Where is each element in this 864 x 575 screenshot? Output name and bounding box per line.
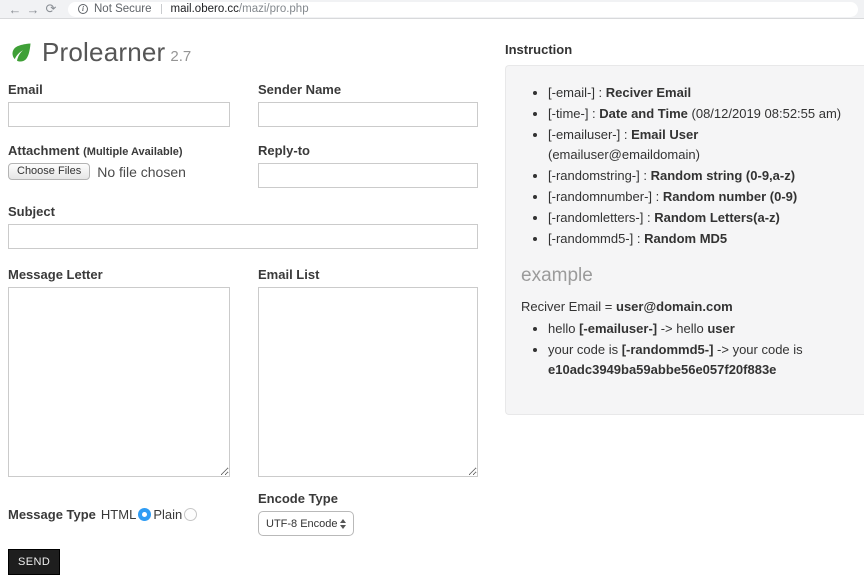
token-item: [-email-] : Reciver Email (548, 83, 842, 103)
encode-type-select[interactable]: UTF-8 Encode (258, 511, 354, 536)
token-item: [-randomletters-] : Random Letters(a-z) (548, 208, 842, 228)
leaf-icon (8, 39, 35, 66)
subject-field-group: Subject (8, 204, 478, 249)
emaillist-field-group: Email List (258, 267, 478, 477)
example-item: your code is [-randommd5-] -> your code … (548, 340, 842, 380)
token-item: [-time-] : Date and Time (08/12/2019 08:… (548, 104, 842, 124)
message-field-group: Message Letter (8, 267, 230, 477)
instruction-panel: [-email-] : Reciver Email[-time-] : Date… (505, 65, 864, 415)
attachment-note: (Multiple Available) (83, 146, 182, 158)
security-label: Not Secure (94, 3, 152, 15)
example-intro: Reciver Email = user@domain.com (521, 297, 842, 316)
send-button[interactable]: SEND (8, 549, 60, 575)
message-letter-textarea[interactable] (8, 287, 230, 477)
sender-field-group: Sender Name (258, 82, 478, 127)
encode-type-label: Encode Type (258, 491, 478, 506)
app-version: 2.7 (170, 40, 191, 65)
html-radio[interactable] (138, 508, 151, 521)
token-list: [-email-] : Reciver Email[-time-] : Date… (521, 83, 842, 249)
file-input: Choose Files No file chosen (8, 163, 230, 180)
url-text: mail.obero.cc/mazi/pro.php (171, 3, 309, 15)
url-host: mail.obero.cc (171, 3, 239, 15)
replyto-input[interactable] (258, 163, 478, 188)
attachment-label: Attachment (Multiple Available) (8, 143, 230, 158)
example-list: hello [-emailuser-] -> hello useryour co… (521, 319, 842, 380)
encode-type-value: UTF-8 Encode (266, 518, 338, 530)
reload-icon[interactable]: ⟳ (42, 1, 60, 17)
subject-label: Subject (8, 204, 478, 219)
plain-radio[interactable] (184, 508, 197, 521)
instruction-section: Instruction [-email-] : Reciver Email[-t… (505, 33, 864, 415)
token-item: [-randommd5-] : Random MD5 (548, 229, 842, 249)
encode-type-group: Encode Type UTF-8 Encode (258, 491, 478, 536)
page-content: Prolearner 2.7 Email Sender Name Attachm… (0, 19, 864, 575)
replyto-label: Reply-to (258, 143, 478, 158)
email-list-textarea[interactable] (258, 287, 478, 477)
example-heading: example (521, 265, 842, 287)
message-type-group: Message Type HTML Plain (8, 493, 230, 536)
forward-icon[interactable]: → (24, 2, 42, 17)
html-option-label: HTML (101, 507, 136, 522)
address-bar[interactable]: i Not Secure mail.obero.cc/mazi/pro.php (68, 2, 858, 17)
app-name: Prolearner (42, 37, 165, 68)
url-path: /mazi/pro.php (239, 3, 309, 15)
instruction-title: Instruction (505, 42, 864, 57)
info-icon[interactable]: i (78, 4, 88, 14)
sender-name-input[interactable] (258, 102, 478, 127)
token-item: [-randomstring-] : Random string (0-9,a-… (548, 166, 842, 186)
app-logo: Prolearner 2.7 (8, 37, 478, 68)
plain-option-label: Plain (153, 507, 182, 522)
sender-name-label: Sender Name (258, 82, 478, 97)
email-field-group: Email (8, 82, 230, 127)
back-icon[interactable]: ← (6, 2, 24, 17)
mailer-form: Prolearner 2.7 Email Sender Name Attachm… (8, 33, 478, 575)
email-label: Email (8, 82, 230, 97)
choose-files-button[interactable]: Choose Files (8, 163, 90, 180)
address-divider (161, 4, 162, 14)
browser-toolbar: ← → ⟳ i Not Secure mail.obero.cc/mazi/pr… (0, 0, 864, 19)
file-status-text: No file chosen (97, 164, 186, 180)
email-list-label: Email List (258, 267, 478, 282)
email-input[interactable] (8, 102, 230, 127)
token-item: [-randomnumber-] : Random number (0-9) (548, 187, 842, 207)
token-item: [-emailuser-] : Email User (emailuser@em… (548, 125, 842, 165)
example-item: hello [-emailuser-] -> hello user (548, 319, 842, 339)
attachment-field-group: Attachment (Multiple Available) Choose F… (8, 143, 230, 188)
select-stepper-icon (340, 519, 346, 529)
message-type-label: Message Type (8, 507, 96, 522)
subject-input[interactable] (8, 224, 478, 249)
message-letter-label: Message Letter (8, 267, 230, 282)
replyto-field-group: Reply-to (258, 143, 478, 188)
